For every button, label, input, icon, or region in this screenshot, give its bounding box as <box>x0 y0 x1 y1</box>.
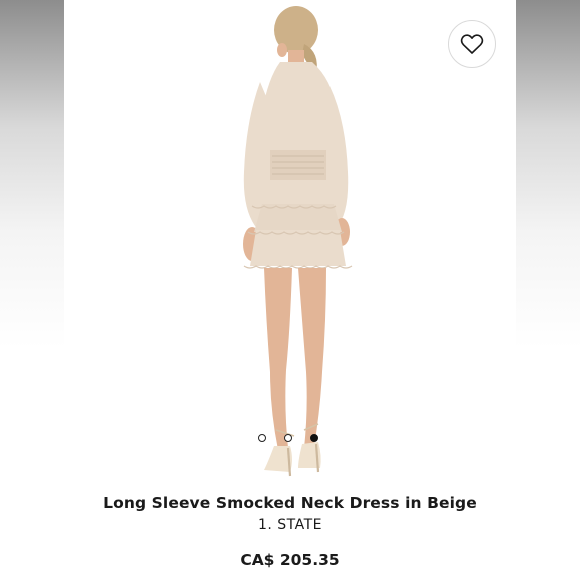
product-price: CA$ 205.35 <box>240 551 340 569</box>
carousel-dot-2[interactable] <box>284 434 292 442</box>
product-card: Long Sleeve Smocked Neck Dress in Beige … <box>64 0 516 580</box>
right-blur-edge <box>516 0 580 580</box>
carousel-dot-1[interactable] <box>258 434 266 442</box>
favorite-button[interactable] <box>448 20 496 68</box>
image-carousel-dots <box>258 434 318 442</box>
carousel-dot-3-active[interactable] <box>310 434 318 442</box>
product-image[interactable] <box>64 0 516 480</box>
heart-outline-icon <box>460 34 484 54</box>
product-brand[interactable]: 1. STATE <box>64 517 516 533</box>
left-blur-edge <box>0 0 64 580</box>
product-title[interactable]: Long Sleeve Smocked Neck Dress in Beige <box>64 494 516 512</box>
